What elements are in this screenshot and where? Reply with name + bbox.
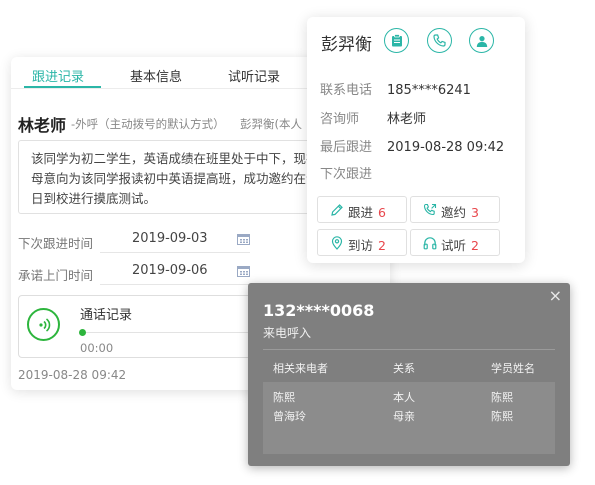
- clipboard-icon: [391, 34, 402, 47]
- active-tab-indicator: [24, 86, 101, 88]
- phone-call-button[interactable]: [427, 28, 452, 53]
- caller-relation: 本人: [393, 391, 415, 404]
- stat-visits-button[interactable]: 到访 2: [317, 229, 407, 256]
- visit-promise-label: 承诺上门时间: [18, 268, 94, 283]
- stat-followups-count: 6: [378, 205, 386, 220]
- location-pin-icon: [331, 236, 343, 250]
- contact-name: 彭羿衡: [321, 35, 372, 55]
- calendar-icon[interactable]: [237, 233, 250, 245]
- record-timestamp: 2019-08-28 09:42: [18, 368, 127, 382]
- stat-trials-button[interactable]: 试听 2: [410, 229, 500, 256]
- contact-phone-value: 185****6241: [387, 83, 471, 98]
- next-followup-date-value: 2019-09-03: [132, 231, 208, 246]
- contact-advisor-label: 咨询师: [320, 112, 360, 127]
- record-teacher: 林老师: [18, 116, 67, 135]
- tab-basic-info[interactable]: 基本信息: [130, 66, 182, 85]
- audio-progress-handle[interactable]: [79, 329, 86, 336]
- record-owner: 彭羿衡(本人: [240, 117, 302, 131]
- close-icon[interactable]: ×: [549, 286, 562, 306]
- phone-icon: [433, 34, 446, 47]
- contact-advisor-row: 咨询师 林老师: [320, 108, 426, 127]
- contact-next-followup-label: 下次跟进: [320, 167, 373, 182]
- column-header-student: 学员姓名: [491, 362, 535, 375]
- stat-trials-count: 2: [471, 238, 479, 253]
- next-followup-date-field[interactable]: 2019-09-03: [100, 227, 250, 253]
- follow-up-note[interactable]: 该同学为初二学生，英语成绩在班里处于中下，现在父母意向为该同学报读初中英语提高班…: [18, 140, 348, 214]
- student-name: 陈熙: [491, 410, 513, 423]
- profile-button[interactable]: [469, 28, 494, 53]
- caller-name: 陈熙: [273, 391, 295, 404]
- record-call-type: -外呼（主动拨号的默认方式）: [71, 117, 225, 131]
- incoming-call-status: 来电呼入: [263, 326, 312, 340]
- contact-advisor-value: 林老师: [387, 112, 427, 127]
- stat-invites-button[interactable]: 邀约 3: [410, 196, 500, 223]
- contact-phone-label: 联系电话: [320, 83, 373, 98]
- audio-play-icon[interactable]: [27, 308, 60, 341]
- stat-followups-button[interactable]: 跟进 6: [317, 196, 407, 223]
- column-header-caller: 相关来电者: [273, 362, 328, 375]
- stat-visits-count: 2: [378, 238, 386, 253]
- student-name: 陈熙: [491, 391, 513, 404]
- pencil-icon: [331, 204, 343, 216]
- contact-last-followup-label: 最后跟进: [320, 140, 373, 155]
- call-recording-title: 通话记录: [80, 308, 133, 323]
- contact-last-followup-value: 2019-08-28 09:42: [387, 140, 505, 155]
- stat-invites-count: 3: [471, 205, 479, 220]
- contact-card: 彭羿衡 联系电话 185****6241 咨询师 林老师 最后跟进 2019-08-2…: [307, 17, 525, 263]
- headphones-icon: [423, 237, 437, 250]
- audio-elapsed-time: 00:00: [80, 341, 114, 355]
- user-icon: [476, 35, 487, 47]
- contact-next-followup-row: 下次跟进: [320, 163, 387, 182]
- stat-followups-label: 跟进: [348, 205, 374, 220]
- tab-trial-records[interactable]: 试听记录: [228, 66, 280, 85]
- stat-trials-label: 试听: [441, 238, 467, 253]
- visit-promise-date-value: 2019-09-06: [132, 263, 208, 278]
- clipboard-button[interactable]: [384, 28, 409, 53]
- visit-promise-date-field[interactable]: 2019-09-06: [100, 259, 250, 285]
- stat-visits-label: 到访: [348, 238, 374, 253]
- incoming-call-popup: × 132****0068 来电呼入 相关来电者 关系 学员姓名 陈熙 本人 陈…: [248, 283, 570, 466]
- contact-last-followup-row: 最后跟进 2019-08-28 09:42: [320, 136, 504, 155]
- caller-relation: 母亲: [393, 410, 415, 423]
- stat-invites-label: 邀约: [441, 205, 467, 220]
- calendar-icon[interactable]: [237, 265, 250, 277]
- column-header-relation: 关系: [393, 362, 415, 375]
- incoming-phone-number: 132****0068: [263, 301, 375, 320]
- caller-name: 曾海玲: [273, 410, 306, 423]
- next-followup-label: 下次跟进时间: [18, 236, 94, 251]
- contact-phone-row: 联系电话 185****6241: [320, 79, 471, 98]
- phone-invite-icon: [423, 203, 437, 216]
- tab-follow-up-records[interactable]: 跟进记录: [32, 66, 84, 85]
- divider: [263, 349, 555, 350]
- related-callers-table: 陈熙 本人 陈熙 曾海玲 母亲 陈熙: [263, 382, 555, 454]
